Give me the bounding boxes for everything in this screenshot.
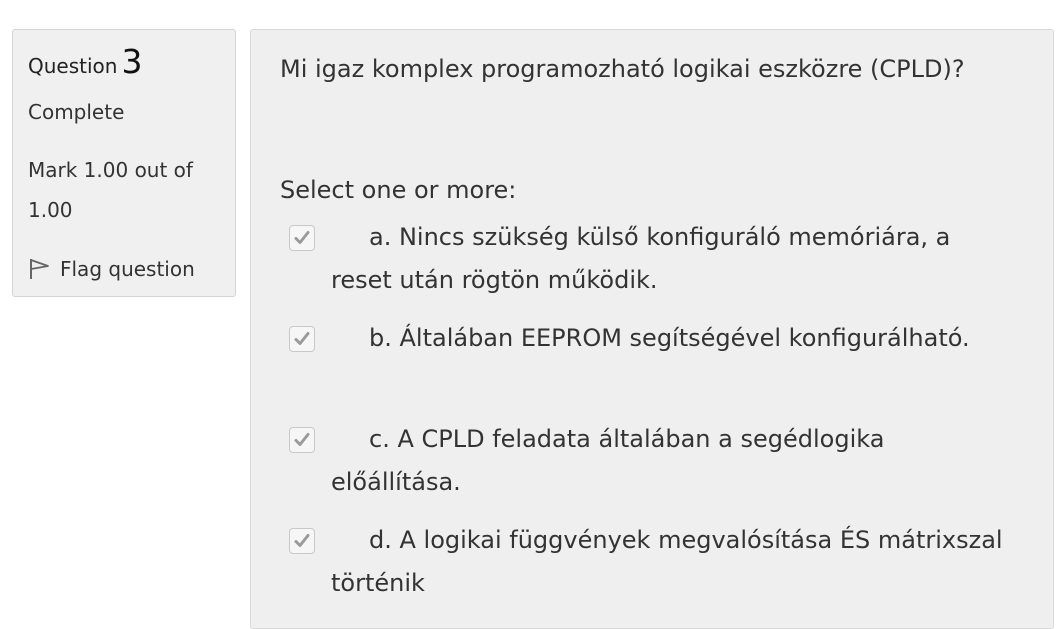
answer-option-a[interactable]: a. Nincs szükség külső konfiguráló memór… xyxy=(289,216,1009,302)
answer-option-d[interactable]: d. A logikai függvények megvalósítása ÉS… xyxy=(289,519,1009,605)
answer-label-d: d. A logikai függvények megvalósítása ÉS… xyxy=(331,526,1003,597)
flag-question-label: Flag question xyxy=(60,256,195,281)
answer-option-b[interactable]: b. Általában EEPROM segítségével konfigu… xyxy=(289,317,1009,360)
checkmark-icon xyxy=(294,534,310,547)
answer-checkbox-a[interactable] xyxy=(289,225,315,251)
answer-checkbox-c[interactable] xyxy=(289,427,315,453)
question-number: 3 xyxy=(121,42,143,81)
question-content: Mi igaz komplex programozható logikai es… xyxy=(250,29,1054,629)
answer-label-a: a. Nincs szükség külső konfiguráló memór… xyxy=(331,223,951,294)
flag-question-link[interactable]: Flag question xyxy=(28,250,195,287)
flag-icon xyxy=(28,250,60,287)
checkmark-icon xyxy=(294,231,310,244)
question-grade: Mark 1.00 out of 1.00 xyxy=(28,158,193,222)
question-label: Question xyxy=(28,54,118,78)
answer-label-b: b. Általában EEPROM segítségével konfigu… xyxy=(369,324,970,352)
answer-checkbox-d[interactable] xyxy=(289,528,315,554)
checkmark-icon xyxy=(294,332,310,345)
question-info-panel: Question 3 Complete Mark 1.00 out of 1.00… xyxy=(12,29,236,297)
checkmark-icon xyxy=(294,433,310,446)
question-state: Complete xyxy=(28,100,125,124)
answer-option-c[interactable]: c. A CPLD feladata általában a segédlogi… xyxy=(289,418,1009,504)
answer-checkbox-b[interactable] xyxy=(289,326,315,352)
answer-prompt: Select one or more: xyxy=(280,176,517,204)
question-text: Mi igaz komplex programozható logikai es… xyxy=(280,55,965,83)
answer-label-c: c. A CPLD feladata általában a segédlogi… xyxy=(331,425,885,496)
question-number-heading: Question 3 xyxy=(28,44,142,84)
